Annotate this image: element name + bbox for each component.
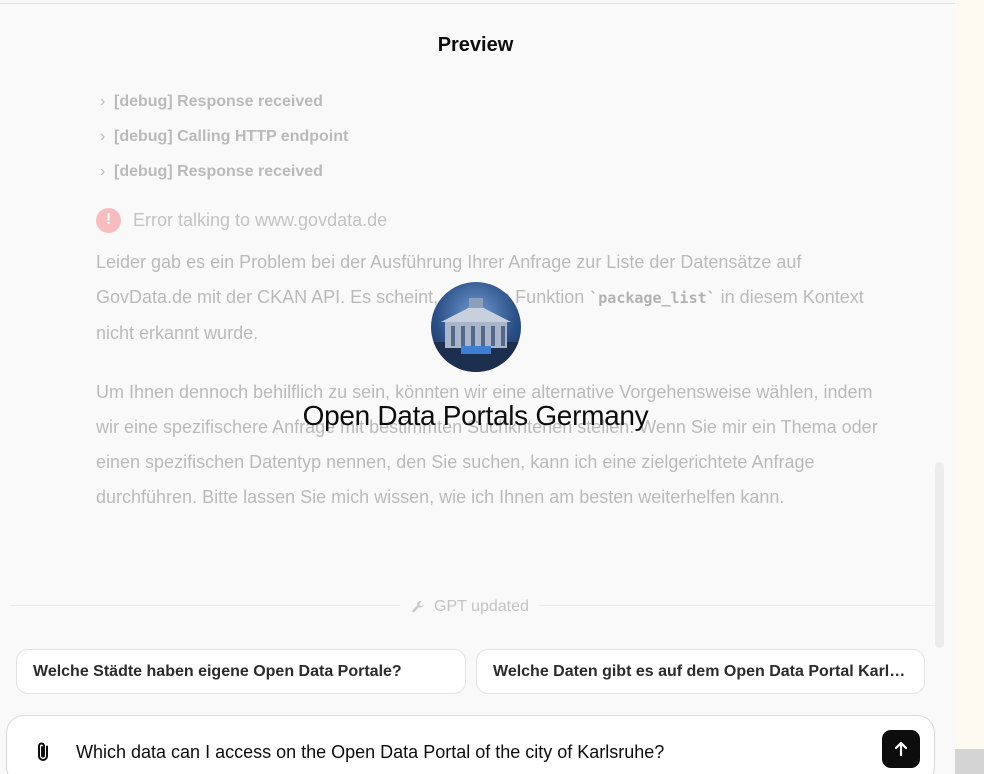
error-text: Error talking to www.govdata.de [133, 209, 388, 230]
error-row: ! Error talking to www.govdata.de [96, 207, 387, 233]
suggestion-chip[interactable]: Welche Städte haben eigene Open Data Por… [16, 649, 466, 694]
gpt-updated-notice: GPT updated [400, 595, 539, 619]
scrollbar-thumb[interactable] [935, 462, 944, 648]
inline-code: `package_list` [589, 289, 716, 307]
preview-title: Preview [437, 34, 514, 56]
gpt-updated-text: GPT updated [434, 598, 529, 615]
wrench-icon [412, 601, 424, 613]
debug-line[interactable]: › [debug] Calling HTTP endpoint [100, 125, 348, 149]
chevron-right-icon: › [100, 93, 106, 110]
suggestion-chip[interactable]: Welche Daten gibt es auf dem Open Data P… [476, 649, 925, 694]
debug-label: [debug] Response received [114, 163, 323, 180]
arrow-up-icon [894, 741, 908, 757]
send-button[interactable] [882, 730, 920, 768]
gpt-name: Open Data Portals Germany [302, 400, 649, 431]
message-composer [6, 715, 935, 774]
exclamation-icon: ! [96, 207, 121, 233]
window-corner [955, 749, 984, 774]
assistant-message-paragraph: Um Ihnen dennoch behilflich zu sein, kön… [96, 382, 878, 507]
debug-label: [debug] Response received [114, 93, 323, 110]
debug-label: [debug] Calling HTTP endpoint [114, 128, 349, 145]
chevron-right-icon: › [100, 128, 106, 145]
gpt-avatar [431, 282, 521, 372]
message-input[interactable] [76, 740, 856, 764]
preview-panel: Preview › [debug] Response received › [deb… [0, 0, 955, 774]
chevron-right-icon: › [100, 163, 106, 180]
paperclip-icon[interactable] [31, 740, 55, 764]
building-image-icon [431, 298, 521, 372]
debug-line[interactable]: › [debug] Response received [100, 160, 323, 184]
debug-line[interactable]: › [debug] Response received [100, 90, 323, 114]
top-divider [0, 3, 955, 4]
